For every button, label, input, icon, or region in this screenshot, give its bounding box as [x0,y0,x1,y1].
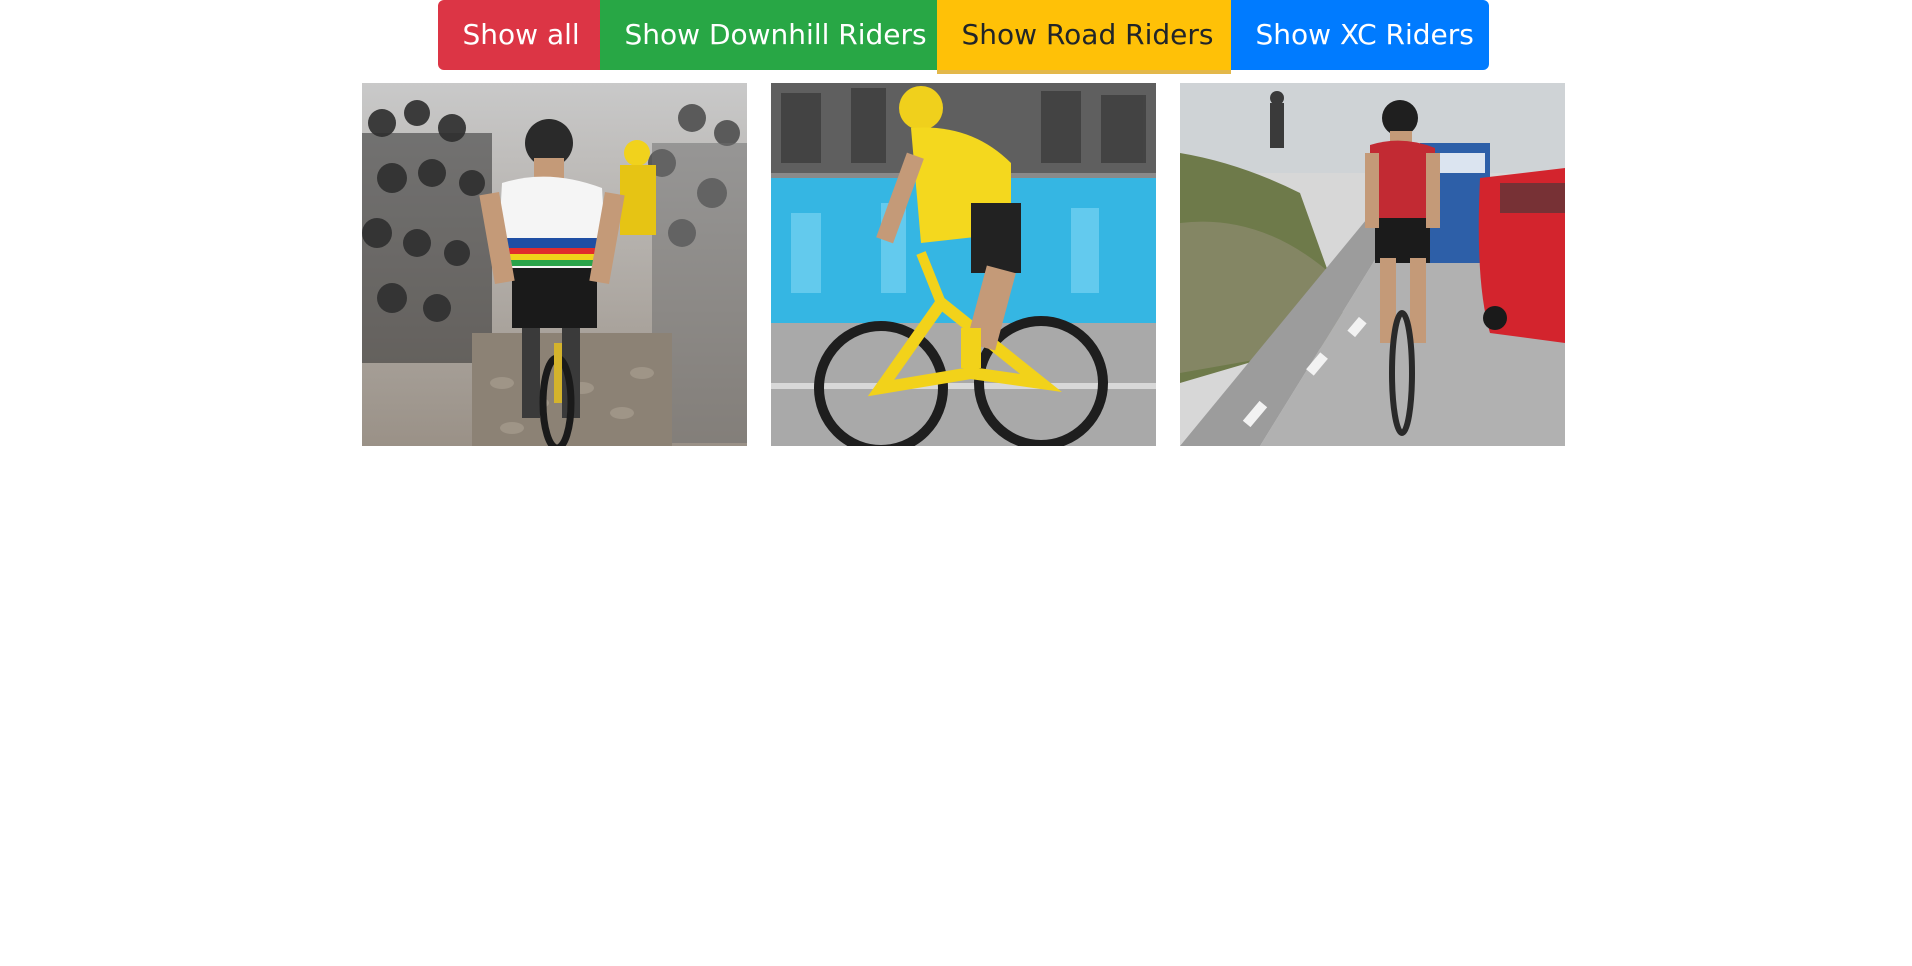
cyclist-yellow-jersey-photo [771,83,1156,446]
cyclist-mountain-road-photo [1180,83,1565,446]
filter-bar: Show all Show Downhill Riders Show Road … [0,0,1912,70]
rider-gallery [362,83,1565,446]
show-all-button[interactable]: Show all [437,0,600,70]
show-xc-riders-button[interactable]: Show XC Riders [1230,0,1489,70]
rider-photo-mountain-road[interactable] [1180,83,1565,446]
show-road-riders-button[interactable]: Show Road Riders [936,0,1231,70]
rider-photo-cobbles[interactable] [362,83,747,446]
show-downhill-riders-button[interactable]: Show Downhill Riders [599,0,937,70]
rider-photo-yellow-jersey[interactable] [771,83,1156,446]
page: Show all Show Downhill Riders Show Road … [0,0,1912,966]
cyclist-cobbles-photo [362,83,747,446]
filter-button-group: Show all Show Downhill Riders Show Road … [437,0,1489,70]
